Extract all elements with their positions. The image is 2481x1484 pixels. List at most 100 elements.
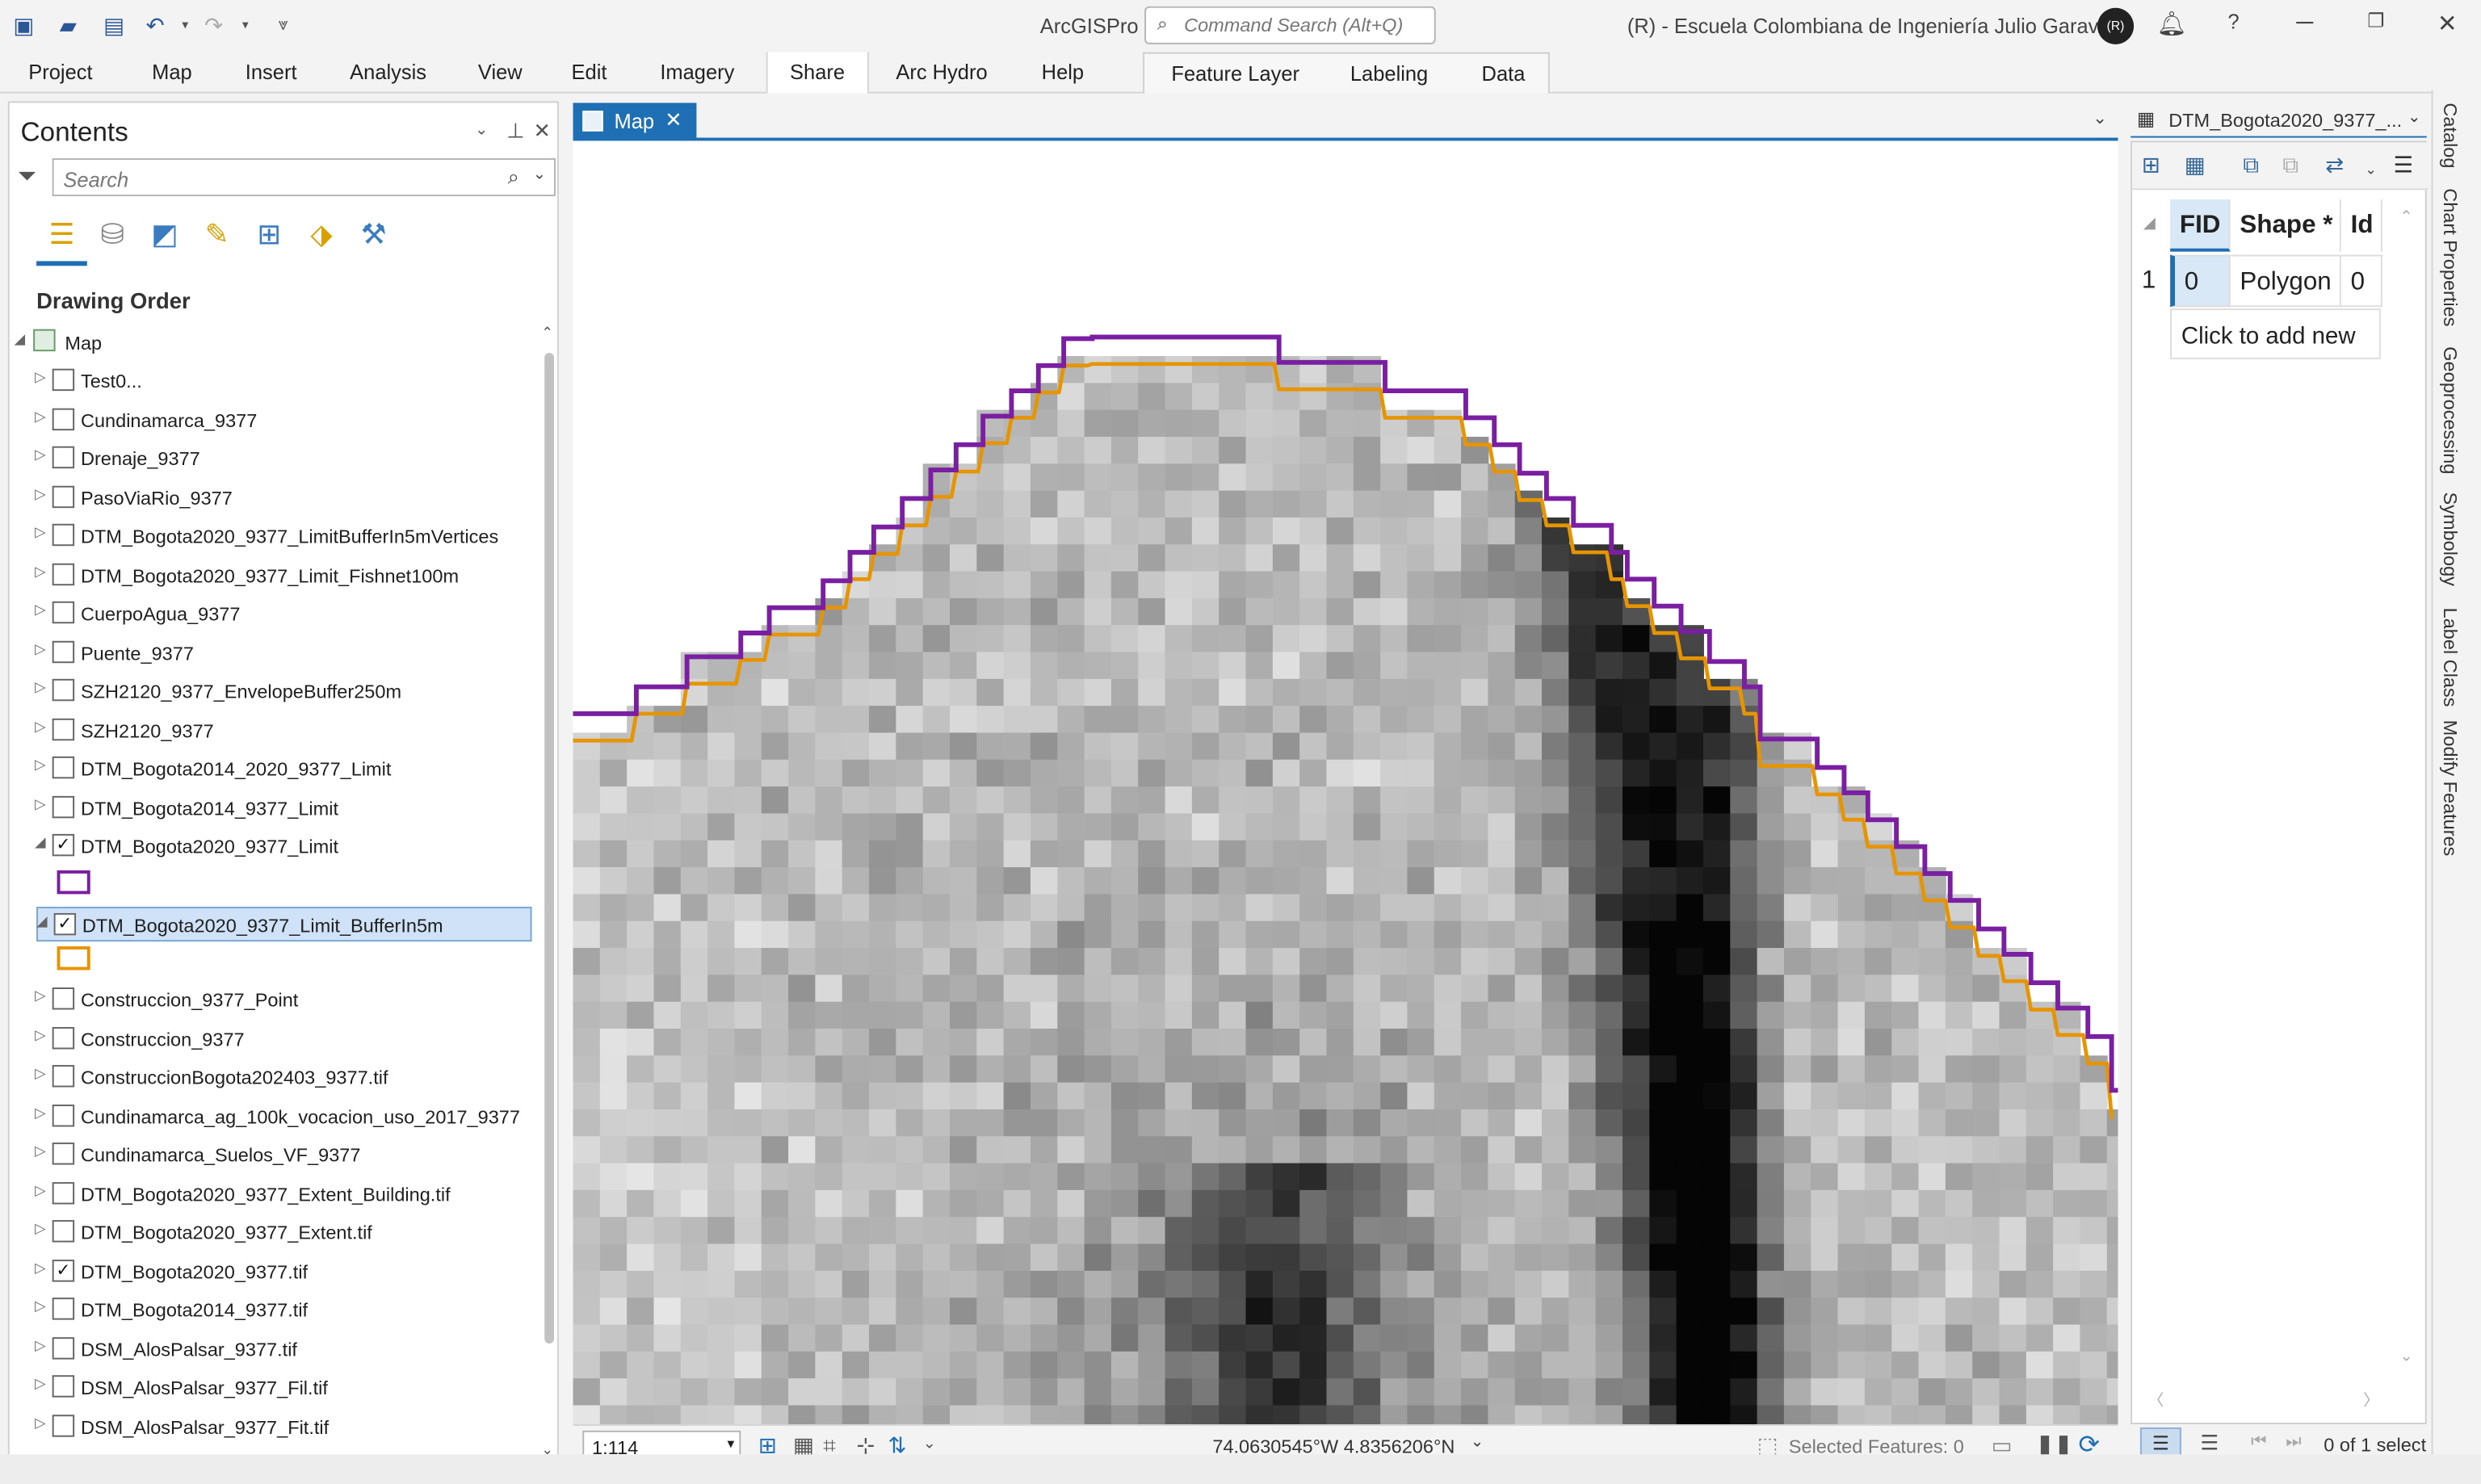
list-by-labeling-icon[interactable]: ⬗ (297, 211, 345, 258)
layer-visibility-checkbox[interactable] (52, 1220, 75, 1243)
layer-item[interactable]: ▷ Cundinamarca_9377 (10, 403, 532, 438)
expand-triangle-icon[interactable]: ▷ (35, 369, 46, 387)
tab-catalog[interactable]: Catalog (2439, 103, 2461, 168)
tab-attribute-table[interactable]: ▦ DTM_Bogota2020_9377_... ⌄ (2130, 103, 2427, 138)
collapse-triangle-icon[interactable]: ◢ (36, 912, 48, 930)
restore-button[interactable]: ❐ (2360, 10, 2391, 31)
layer-item[interactable]: ▷ SZH2120_9377 (10, 713, 532, 748)
undo-dropdown-icon[interactable]: ▾ (171, 11, 199, 40)
tab-edit[interactable]: Edit (572, 60, 607, 83)
expand-triangle-icon[interactable]: ▷ (35, 1220, 46, 1238)
layer-visibility-checkbox[interactable] (52, 368, 75, 392)
tab-labeling[interactable]: Labeling (1350, 61, 1428, 85)
layer-item[interactable]: ▷ SZH2120_9377_EnvelopeBuffer250m (10, 674, 532, 709)
refresh-icon[interactable]: ⟳ (2078, 1429, 2099, 1454)
notification-bell-icon[interactable]: 🔔︎ (2156, 10, 2188, 38)
layer-item[interactable]: ◢ ✓ DTM_Bogota2020_9377_Limit_BufferIn5m (36, 906, 532, 941)
navigation-mode-icon[interactable]: ⊞ (758, 1432, 777, 1454)
expand-triangle-icon[interactable]: ▷ (35, 602, 46, 619)
column-header-id[interactable]: Id (2340, 199, 2382, 252)
layer-visibility-checkbox[interactable] (52, 1142, 75, 1165)
chevron-down-icon[interactable]: ⌄ (533, 166, 546, 184)
view-options-chevron-icon[interactable]: ⌄ (2093, 107, 2107, 128)
coordinate-format-dropdown[interactable]: ⌄ (1471, 1434, 1484, 1452)
calculate-field-icon[interactable]: ▦ (2185, 152, 2206, 178)
select-all-corner-icon[interactable]: ◢ (2143, 216, 2156, 233)
layer-visibility-checkbox[interactable] (52, 484, 75, 508)
expand-triangle-icon[interactable]: ▷ (35, 757, 46, 774)
tab-imagery[interactable]: Imagery (660, 60, 734, 83)
list-by-drawing-order-icon[interactable]: ☰ (38, 211, 86, 258)
layer-visibility-checkbox[interactable] (52, 601, 75, 624)
help-button[interactable]: ? (2218, 10, 2249, 33)
layer-visibility-checkbox[interactable] (52, 407, 75, 430)
tab-data[interactable]: Data (1482, 61, 1526, 85)
chevron-down-icon[interactable]: ⌄ (2365, 161, 2377, 179)
expand-triangle-icon[interactable]: ▷ (35, 408, 46, 425)
tab-view[interactable]: View (478, 60, 523, 83)
layer-item[interactable]: ▷ Puente_9377 (10, 635, 532, 670)
layer-item[interactable]: ▷ DSM_AlosPalsar_9377_Fit.tif (10, 1409, 532, 1444)
layer-item[interactable]: ▷ ConstruccionBogota202403_9377.tif (10, 1060, 532, 1095)
tab-help[interactable]: Help (1042, 60, 1084, 83)
undo-icon[interactable]: ↶ (141, 11, 169, 40)
layer-visibility-checkbox[interactable] (52, 794, 75, 818)
expand-triangle-icon[interactable]: ▷ (35, 485, 46, 503)
tab-modify-features[interactable]: Modify Features (2439, 720, 2461, 857)
expand-triangle-icon[interactable]: ▷ (35, 1181, 46, 1199)
layer-symbol-swatch[interactable] (57, 870, 90, 894)
raster-map[interactable] (573, 140, 2118, 1425)
layer-visibility-checkbox[interactable] (52, 1181, 75, 1204)
cell-fid[interactable]: 0 (2170, 254, 2231, 308)
menu-icon[interactable]: ☰ (2394, 152, 2414, 178)
expand-triangle-icon[interactable]: ▷ (35, 679, 46, 697)
first-record-icon[interactable]: ⏮ (2251, 1432, 2266, 1453)
layer-item[interactable]: ▷ Test0... (10, 364, 532, 399)
pause-drawing-button[interactable]: ❚❚ (2036, 1432, 2073, 1454)
layer-item[interactable]: ▷ DSM_AlosPalsar_9377.tif (10, 1331, 532, 1366)
layer-visibility-checkbox[interactable] (52, 639, 75, 663)
show-all-records-icon[interactable]: ☰ (2139, 1427, 2181, 1455)
layer-item[interactable]: ▷ Drenaje_9377 (10, 442, 532, 476)
select-by-attributes-icon[interactable]: ⧉ (2243, 152, 2259, 178)
zoom-to-selection-icon[interactable]: ⧉ (2282, 152, 2298, 178)
expand-triangle-icon[interactable]: ▷ (35, 524, 46, 542)
overview-icon[interactable]: ⌗ (823, 1432, 835, 1454)
selected-features-count[interactable]: Selected Features: 0 (1789, 1436, 1964, 1455)
layer-item[interactable]: ▷ PasoViaRio_9377 (10, 480, 532, 515)
save-icon[interactable]: ▤ (99, 11, 128, 40)
add-field-icon[interactable]: ⊞ (2142, 152, 2160, 178)
layer-visibility-checkbox[interactable] (52, 678, 75, 702)
clear-selection-icon[interactable]: ▭ (1992, 1432, 2013, 1454)
list-by-editing-icon[interactable]: ✎ (193, 211, 241, 258)
expand-triangle-icon[interactable]: ▷ (35, 795, 46, 813)
list-by-snapping-icon[interactable]: ⊞ (246, 211, 293, 258)
collapse-triangle-icon[interactable]: ◢ (35, 834, 46, 852)
contents-search-input[interactable]: Search ⌕ ⌄ (52, 158, 556, 197)
layer-item[interactable]: ▷ DTM_Bogota2020_9377_Limit_Fishnet100m (10, 558, 532, 593)
expand-triangle-icon[interactable]: ▷ (35, 563, 46, 581)
layer-visibility-checkbox[interactable]: ✓ (53, 912, 77, 935)
layer-visibility-checkbox[interactable] (52, 756, 75, 779)
expand-triangle-icon[interactable]: ▷ (35, 1026, 46, 1044)
tab-geoprocessing[interactable]: Geoprocessing (2439, 346, 2461, 474)
last-record-icon[interactable]: ⏭ (2286, 1432, 2301, 1453)
scroll-right-icon[interactable]: 〉 (2363, 1386, 2379, 1411)
map-node[interactable]: ◢ Map (10, 326, 532, 361)
expand-triangle-icon[interactable]: ▷ (35, 987, 46, 1005)
tab-project[interactable]: Project (28, 60, 92, 83)
layer-visibility-checkbox[interactable] (52, 1065, 75, 1088)
layer-visibility-checkbox[interactable] (52, 1336, 75, 1359)
expand-triangle-icon[interactable]: ▷ (35, 640, 46, 658)
layer-visibility-checkbox[interactable] (52, 523, 75, 547)
expand-triangle-icon[interactable]: ▷ (35, 1297, 46, 1315)
expand-triangle-icon[interactable]: ▷ (35, 1336, 46, 1354)
tab-arc-hydro[interactable]: Arc Hydro (896, 60, 987, 83)
cell-id[interactable]: 0 (2340, 254, 2382, 308)
tab-analysis[interactable]: Analysis (350, 60, 426, 83)
minimize-button[interactable]: ─ (2289, 10, 2320, 36)
scroll-down-icon[interactable]: ⌄ (541, 1442, 553, 1455)
column-header-shape[interactable]: Shape * (2230, 199, 2341, 252)
layer-visibility-checkbox[interactable] (52, 446, 75, 469)
show-selected-records-icon[interactable]: ☰ (2200, 1431, 2219, 1454)
